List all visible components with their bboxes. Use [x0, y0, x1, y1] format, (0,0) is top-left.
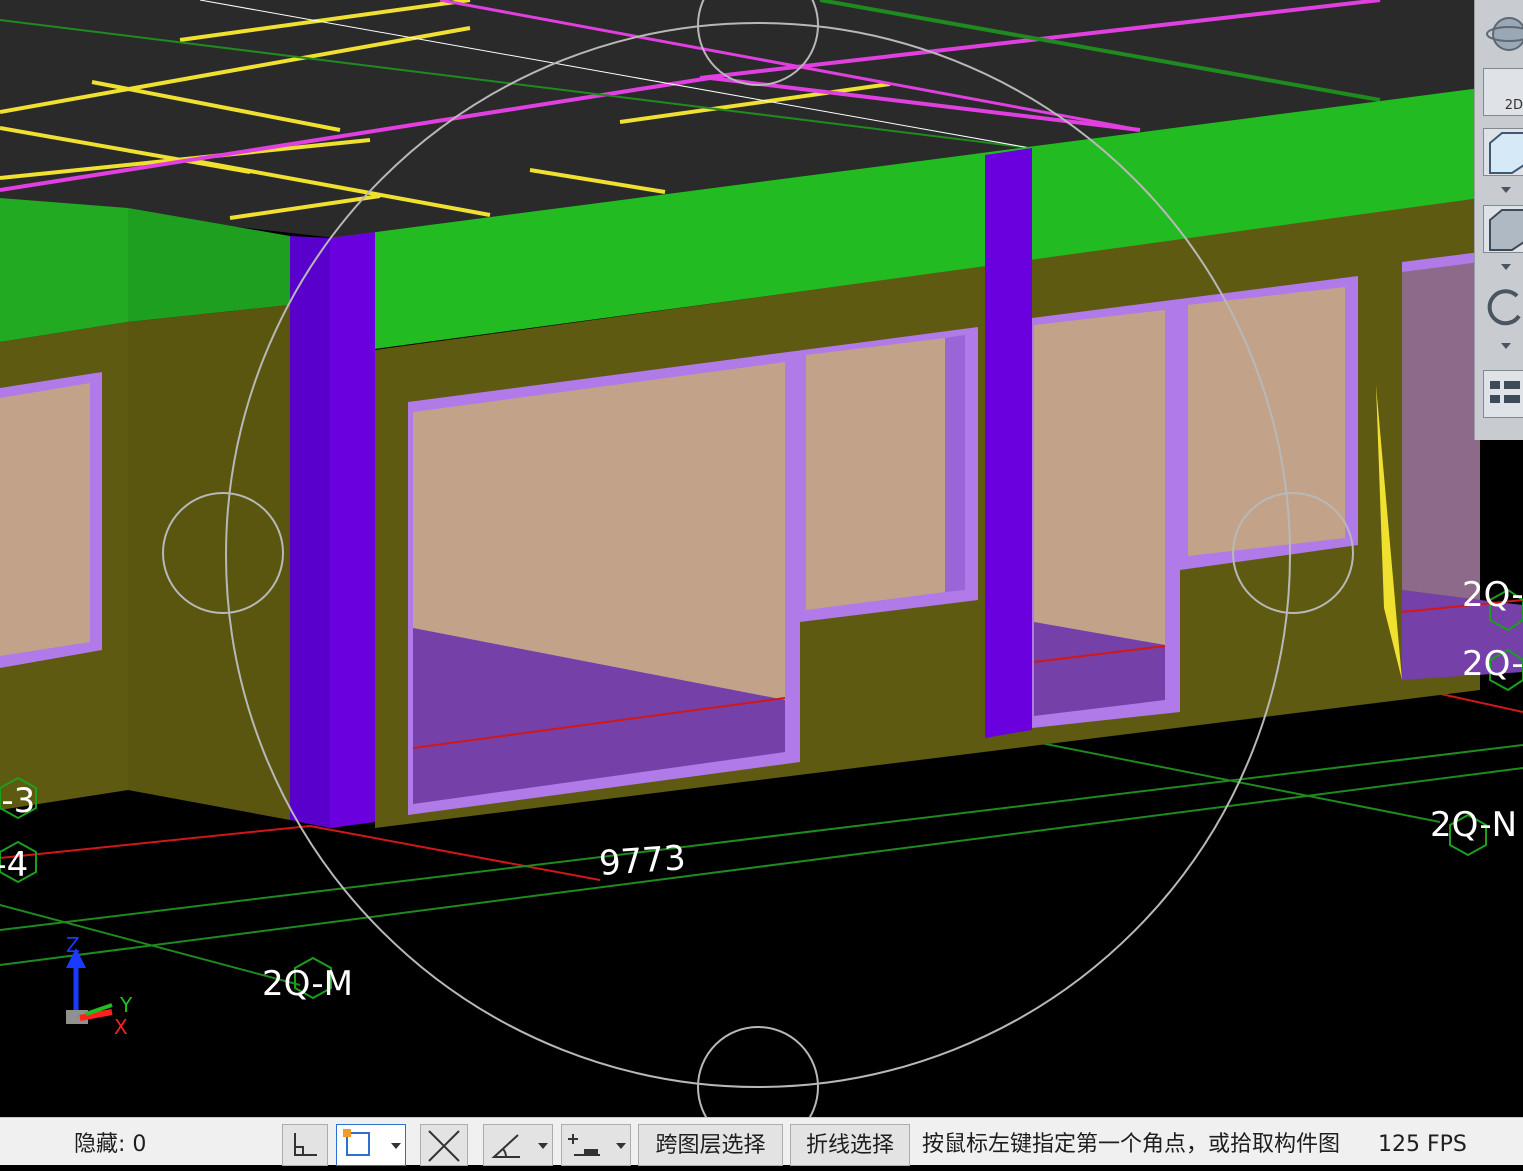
chevron-down-icon[interactable]: [1501, 187, 1511, 193]
cross-snap-button[interactable]: [420, 1124, 468, 1166]
window-1-right-pane: [806, 338, 945, 610]
beam-left[interactable]: [0, 198, 128, 342]
angle-icon: [491, 1134, 520, 1158]
2d-3d-toggle-button[interactable]: 2D: [1483, 68, 1523, 116]
chevron-down-icon[interactable]: [538, 1143, 548, 1149]
axis-label-right-lower: 2Q-: [1462, 644, 1523, 684]
window-2-right-pane: [1188, 287, 1345, 556]
fps-counter: 125 FPS: [1378, 1132, 1467, 1157]
column-corner-side[interactable]: [290, 236, 330, 828]
axis-label-2q-m: 2Q-M: [262, 964, 353, 1004]
dimension-label: 9773: [598, 838, 687, 884]
ortho-icon: [294, 1133, 317, 1156]
status-bar: 隐藏: 0 跨图层选择 折线选择 按鼠标左键指定第一个角点，或拾取构件图 125…: [0, 1117, 1523, 1166]
box-icon: [1489, 209, 1523, 251]
polyline-select-button[interactable]: 折线选择: [790, 1124, 910, 1166]
box-view-button[interactable]: [1483, 205, 1523, 253]
axis-x-label: X: [114, 1015, 128, 1039]
grid-list-button[interactable]: [1483, 370, 1523, 418]
hidden-count: 隐藏: 0: [74, 1132, 147, 1157]
view-toolbar: 2D: [1474, 0, 1523, 440]
rotate-button[interactable]: [1483, 280, 1523, 332]
3d-viewport[interactable]: 9773 2Q-3 2Q-4 2Q-M 2Q-N 2Q- 2Q- Z Y X: [0, 0, 1523, 1117]
axis-label-2q-3: 2Q-3: [0, 781, 35, 821]
globe-icon: [1486, 17, 1523, 51]
axis-label-2q-4: 2Q-4: [0, 845, 28, 885]
snap-toggle-button[interactable]: [336, 1124, 406, 1166]
window-left-glass: [0, 383, 90, 656]
cross-icon: [428, 1130, 460, 1162]
window-1-right-side: [945, 335, 965, 592]
orbit-globe-button[interactable]: [1483, 6, 1523, 58]
rotate-icon: [1487, 289, 1521, 326]
angle-button[interactable]: [483, 1124, 553, 1166]
snap-icon: [343, 1129, 370, 1156]
offset-button[interactable]: [561, 1124, 631, 1166]
view-cube-icon: [1489, 132, 1523, 174]
window-2-glass: [1034, 310, 1165, 645]
column-corner-front[interactable]: [330, 232, 375, 828]
axis-label-right-upper: 2Q-: [1462, 575, 1523, 615]
chevron-down-icon[interactable]: [616, 1143, 626, 1149]
chevron-down-icon[interactable]: [1501, 343, 1511, 349]
grid-list-icon: [1490, 381, 1520, 403]
cross-layer-select-button[interactable]: 跨图层选择: [638, 1124, 783, 1166]
ortho-toggle-button[interactable]: [282, 1124, 328, 1166]
chevron-down-icon[interactable]: [1501, 264, 1511, 270]
axis-z-label: Z: [66, 933, 80, 957]
3d-scene[interactable]: 9773 2Q-3 2Q-4 2Q-M 2Q-N 2Q- 2Q- Z Y X: [0, 0, 1523, 1117]
chevron-down-icon[interactable]: [391, 1143, 401, 1149]
column-middle[interactable]: [985, 148, 1032, 738]
2d-label: 2D: [1504, 98, 1523, 113]
axis-y-label: Y: [119, 993, 133, 1017]
wall-side[interactable]: [128, 305, 290, 820]
room-right-wall: [1402, 258, 1480, 600]
command-prompt: 按鼠标左键指定第一个角点，或拾取构件图: [922, 1132, 1341, 1157]
view-cube-button[interactable]: [1483, 128, 1523, 176]
offset-icon: [568, 1134, 600, 1156]
axis-label-2q-n: 2Q-N: [1430, 805, 1517, 845]
